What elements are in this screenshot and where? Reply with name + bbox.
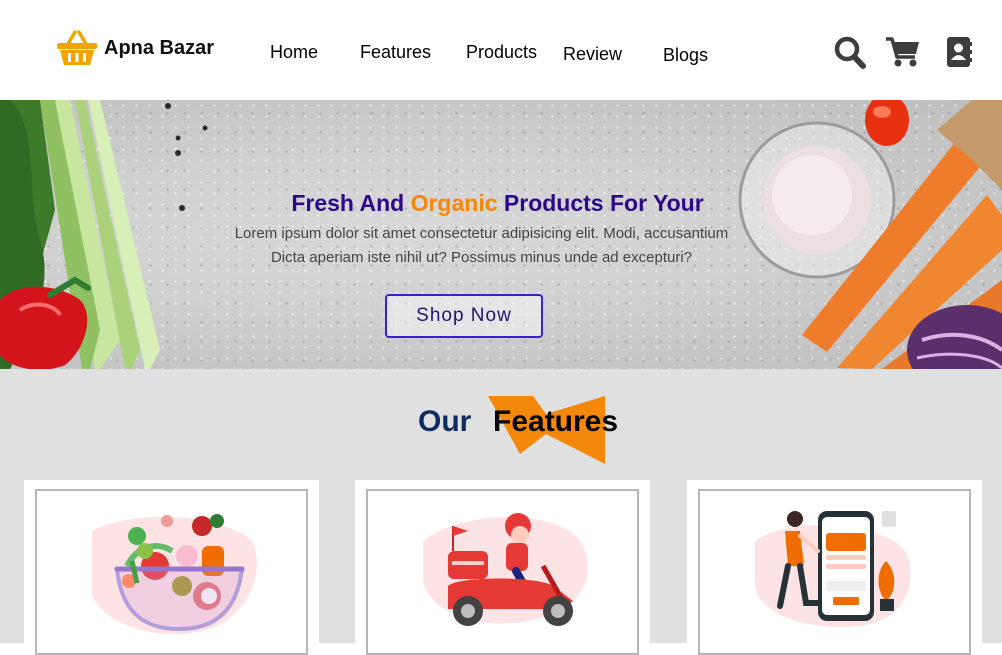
hero-title-part: Fresh And xyxy=(291,190,411,216)
search-icon xyxy=(834,36,866,69)
nav-home-link[interactable]: Home xyxy=(270,42,318,63)
shop-now-button[interactable]: Shop Now xyxy=(385,294,543,338)
nav-blogs-link[interactable]: Blogs xyxy=(663,45,708,66)
features-title-main: Features xyxy=(493,405,619,438)
hero-title-part: Products For Your xyxy=(497,190,704,216)
search-button[interactable] xyxy=(834,36,866,75)
cart-icon xyxy=(886,37,919,67)
features-section: Our Features xyxy=(0,369,1002,655)
feature-card-frame xyxy=(35,489,308,655)
feature-card-frame xyxy=(366,489,639,655)
salad-bowl-illustration xyxy=(92,514,257,635)
feature-card[interactable] xyxy=(687,480,982,655)
brand-name: Apna Bazar xyxy=(104,36,215,59)
mobile-payment-illustration xyxy=(755,511,911,627)
features-title-our: Our xyxy=(418,405,472,438)
site-header: Apna Bazar Home Features Products Review… xyxy=(0,0,1002,100)
contact-book-icon xyxy=(947,37,972,67)
brand-logo[interactable]: Apna Bazar xyxy=(56,30,214,66)
nav-products-link[interactable]: Products xyxy=(466,42,537,63)
nav-features-link[interactable]: Features xyxy=(360,42,431,63)
contacts-button[interactable] xyxy=(946,37,972,72)
feature-card[interactable] xyxy=(355,480,650,655)
nav-review-link[interactable]: Review xyxy=(563,44,622,65)
basket-icon xyxy=(57,30,97,65)
hero-subtitle-line: Lorem ipsum dolor sit amet consectetur a… xyxy=(234,225,729,242)
hero-title: Fresh And Organic Products For Your xyxy=(0,190,995,217)
hero-banner: Fresh And Organic Products For Your Lore… xyxy=(0,100,1002,369)
feature-card[interactable] xyxy=(24,480,319,655)
scooter-delivery-illustration xyxy=(423,513,588,626)
feature-card-frame xyxy=(698,489,971,655)
hero-subtitle: Lorem ipsum dolor sit amet consectetur a… xyxy=(180,222,783,270)
hero-subtitle-line: Dicta aperiam iste nihil ut? Possimus mi… xyxy=(270,249,693,266)
cart-button[interactable] xyxy=(885,36,921,73)
hero-title-accent: Organic xyxy=(410,190,498,216)
